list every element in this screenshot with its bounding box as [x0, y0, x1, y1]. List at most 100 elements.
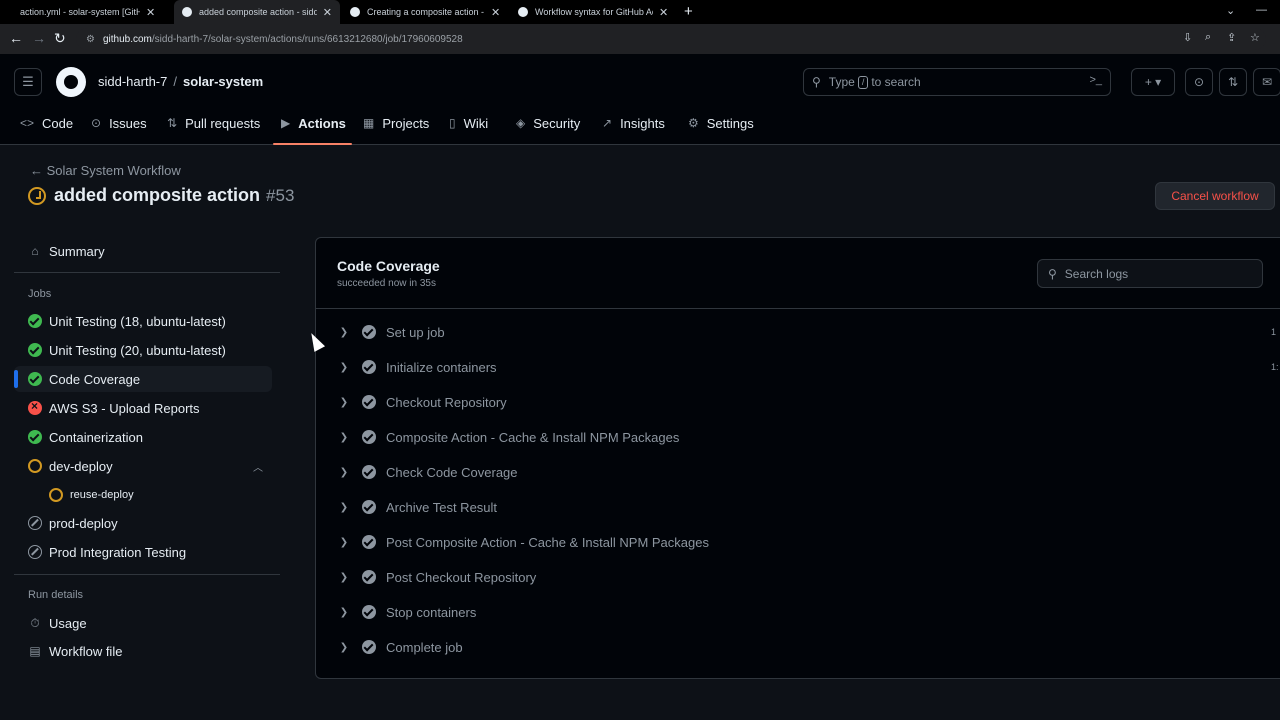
sidebar-job-reuse-deploy[interactable]: reuse-deploy: [14, 482, 272, 508]
inbox-button[interactable]: ✉: [1253, 68, 1280, 96]
log-search-input[interactable]: ⚲ Search logs: [1037, 259, 1263, 288]
tab-label: Security: [533, 116, 581, 131]
back-arrow-icon[interactable]: ←: [9, 30, 23, 46]
tab-pull-requests[interactable]: ⇅ Pull requests: [167, 109, 260, 145]
minimize-icon[interactable]: —: [1256, 4, 1267, 16]
tab-insights[interactable]: ↗ Insights: [602, 109, 665, 145]
share-icon[interactable]: ⇪: [1227, 31, 1236, 44]
step-row[interactable]: ❯ Post Checkout Repository: [338, 564, 537, 590]
gear-icon: ⚙: [688, 116, 699, 130]
run-number: #53: [266, 185, 295, 205]
pending-clock-icon: [49, 488, 63, 502]
step-row[interactable]: ❯ Complete job: [338, 634, 463, 660]
browser-tab-active[interactable]: added composite action - sidd-h ✕: [174, 0, 340, 24]
step-row[interactable]: ❯ Check Code Coverage: [338, 459, 518, 485]
sidebar-job-prod-deploy[interactable]: prod-deploy: [14, 510, 272, 536]
sidebar-job-containerization[interactable]: Containerization: [14, 424, 272, 450]
chevron-right-icon: ❯: [339, 431, 349, 443]
hamburger-menu-button[interactable]: ☰: [14, 68, 42, 96]
close-icon[interactable]: ✕: [323, 6, 332, 19]
sidebar-job-code-coverage[interactable]: Code Coverage: [14, 366, 272, 392]
sidebar-job-dev-deploy[interactable]: dev-deploy: [14, 453, 272, 479]
browser-tab[interactable]: Creating a composite action - G ✕: [342, 0, 510, 24]
tab-issues[interactable]: ⊙ Issues: [91, 109, 147, 145]
check-circle-icon: [362, 430, 376, 444]
divider: [14, 574, 280, 575]
job-title: Code Coverage: [337, 258, 440, 274]
search-suffix: to search: [871, 75, 921, 89]
tab-projects[interactable]: ▦ Projects: [363, 109, 429, 145]
success-check-icon: [28, 372, 42, 386]
tab-wiki[interactable]: ▯ Wiki: [449, 109, 488, 145]
repo-owner-link[interactable]: sidd-harth-7: [98, 74, 167, 89]
chevron-right-icon: ❯: [339, 396, 349, 408]
job-log-header: Code Coverage succeeded now in 35s ⚲ Sea…: [316, 238, 1280, 309]
close-icon[interactable]: ✕: [659, 6, 668, 19]
url-host: github.com: [102, 33, 152, 45]
step-row[interactable]: ❯ Initialize containers: [338, 354, 497, 380]
reload-icon[interactable]: ↻: [54, 30, 66, 47]
check-circle-icon: [362, 395, 376, 409]
step-row[interactable]: ❯ Stop containers: [338, 599, 477, 625]
pull-requests-button[interactable]: ⇅: [1219, 68, 1247, 96]
global-search-input[interactable]: ⚲ Type / to search >_: [803, 68, 1111, 96]
close-icon[interactable]: ✕: [146, 6, 155, 19]
step-label: Post Checkout Repository: [386, 569, 537, 585]
browser-tab[interactable]: action.yml - solar-system [GitHu ✕: [12, 0, 174, 24]
url-field[interactable]: ⚙ github.com/sidd-harth-7/solar-system/a…: [76, 28, 1266, 50]
browser-tab-strip: action.yml - solar-system [GitHu ✕ added…: [0, 0, 1280, 24]
back-to-workflow-link[interactable]: ← Solar System Workflow: [30, 163, 181, 178]
tab-label: Pull requests: [185, 116, 261, 131]
cancel-workflow-button[interactable]: Cancel workflow: [1155, 182, 1275, 210]
sidebar-item-usage[interactable]: ⏱ Usage: [14, 610, 272, 636]
chevron-up-icon[interactable]: ︿: [253, 459, 263, 474]
forward-arrow-icon[interactable]: →: [32, 30, 46, 46]
issues-button[interactable]: ⊙: [1185, 68, 1213, 96]
sidebar-job-unit-testing-20[interactable]: Unit Testing (20, ubuntu-latest): [14, 337, 272, 363]
bookmark-star-icon[interactable]: ☆: [1250, 31, 1260, 44]
check-circle-icon: [362, 570, 376, 584]
github-logo-icon[interactable]: [56, 67, 86, 97]
code-icon: <>: [20, 116, 35, 130]
close-icon[interactable]: ✕: [491, 6, 500, 19]
inbox-icon: ✉: [1261, 75, 1273, 89]
new-tab-icon[interactable]: +: [684, 3, 693, 20]
sidebar-job-prod-integration-testing[interactable]: Prod Integration Testing: [14, 539, 272, 565]
sidebar-item-label: Containerization: [49, 429, 143, 445]
repo-name-link[interactable]: solar-system: [183, 74, 263, 89]
sidebar-item-workflow-file[interactable]: ▤ Workflow file: [14, 638, 272, 664]
create-new-button[interactable]: + ▾: [1131, 68, 1175, 96]
step-row[interactable]: ❯ Checkout Repository: [338, 389, 507, 415]
sidebar-job-unit-testing-18[interactable]: Unit Testing (18, ubuntu-latest): [14, 308, 272, 334]
step-row[interactable]: ❯ Archive Test Result: [338, 494, 497, 520]
step-row[interactable]: ❯ Post Composite Action - Cache & Install…: [338, 529, 709, 555]
check-circle-icon: [362, 465, 376, 479]
sidebar-job-aws-s3[interactable]: AWS S3 - Upload Reports: [14, 395, 272, 421]
issue-icon: ⊙: [91, 116, 102, 130]
sidebar-item-label: dev-deploy: [49, 458, 113, 474]
home-icon: ⌂: [31, 244, 39, 258]
sidebar-item-summary[interactable]: ⌂ Summary: [14, 238, 272, 264]
plus-icon: + ▾: [1144, 75, 1162, 89]
zoom-icon[interactable]: ⌕: [1205, 31, 1211, 44]
browser-tab[interactable]: Workflow syntax for GitHub Acti ✕: [510, 0, 678, 24]
skipped-icon: [28, 545, 42, 559]
github-icon: [518, 7, 528, 17]
pending-clock-icon: [28, 459, 42, 473]
tab-actions[interactable]: ▶ Actions: [273, 109, 352, 145]
shield-icon: ◈: [516, 116, 526, 130]
step-row[interactable]: ❯ Set up job: [338, 319, 445, 345]
sidebar-item-label: Unit Testing (18, ubuntu-latest): [49, 313, 226, 329]
install-icon[interactable]: ⇩: [1183, 31, 1192, 44]
command-palette-icon[interactable]: >_: [1089, 74, 1102, 86]
tab-code[interactable]: <> Code: [20, 109, 73, 145]
tab-label: Code: [42, 116, 74, 131]
sidebar-item-label: Unit Testing (20, ubuntu-latest): [49, 342, 226, 358]
jobs-heading: Jobs: [28, 288, 52, 300]
tab-settings[interactable]: ⚙ Settings: [688, 109, 754, 145]
step-duration: 1:: [1271, 362, 1279, 372]
tab-security[interactable]: ◈ Security: [516, 109, 580, 145]
site-info-icon[interactable]: ⚙: [86, 34, 95, 45]
chevron-down-icon[interactable]: ⌄: [1226, 4, 1235, 17]
step-row[interactable]: ❯ Composite Action - Cache & Install NPM …: [338, 424, 680, 450]
